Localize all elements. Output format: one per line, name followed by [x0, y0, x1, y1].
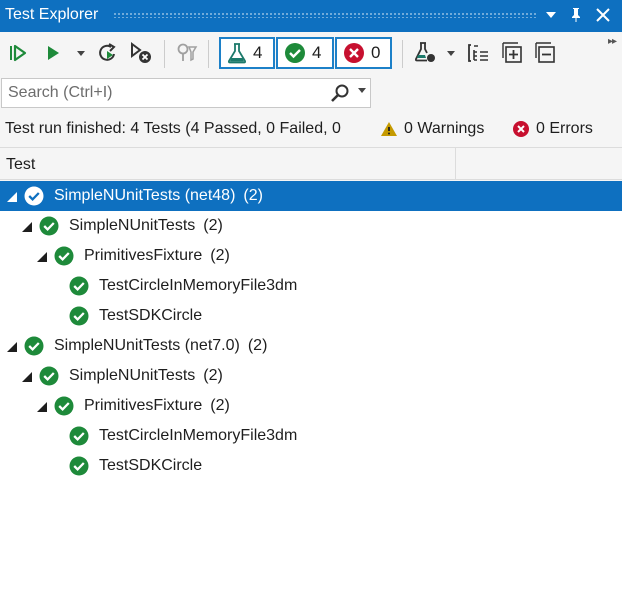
run-dropdown-icon[interactable] — [74, 39, 88, 67]
toolbar-overflow-icon[interactable]: ▸▸ — [608, 36, 617, 47]
warnings-label: 0 Warnings — [404, 120, 485, 137]
tree-item-label: TestSDKCircle — [99, 457, 203, 474]
tree-item-count: (2) — [203, 217, 223, 234]
group-by-icon[interactable] — [466, 39, 492, 67]
tree-row[interactable]: TestSDKCircle — [0, 301, 622, 331]
total-tests-counter[interactable]: 4 — [219, 37, 275, 69]
tree-row[interactable]: TestSDKCircle — [0, 451, 622, 481]
passed-icon — [54, 396, 74, 416]
tree-item-count: (2) — [210, 397, 230, 414]
tree-item-count: (2) — [210, 247, 230, 264]
expanded-arrow-icon[interactable] — [6, 341, 18, 353]
expanded-arrow-icon[interactable] — [6, 191, 18, 203]
search-input[interactable]: Search (Ctrl+I) — [8, 84, 112, 102]
search-box[interactable]: Search (Ctrl+I) — [1, 78, 371, 108]
toolbar-separator — [164, 40, 165, 68]
search-options-dropdown-icon[interactable] — [357, 85, 367, 97]
window-position-dropdown-icon[interactable] — [540, 4, 562, 26]
repeat-last-run-icon[interactable] — [96, 39, 122, 67]
search-icon[interactable] — [330, 83, 350, 108]
test-tree: SimpleNUnitTests (net48) (2) SimpleNUnitTe… — [0, 181, 622, 599]
errors-label: 0 Errors — [536, 120, 593, 137]
column-divider[interactable] — [455, 148, 456, 179]
collapse-all-icon[interactable] — [533, 39, 559, 67]
toolbar: 4 4 0 ▸▸ — [0, 32, 622, 76]
run-icon[interactable] — [42, 39, 64, 67]
tree-row[interactable]: SimpleNUnitTests (2) — [0, 211, 622, 241]
tree-row[interactable]: SimpleNUnitTests (2) — [0, 361, 622, 391]
expanded-arrow-icon[interactable] — [21, 371, 33, 383]
tree-row[interactable]: PrimitivesFixture (2) — [0, 391, 622, 421]
passed-icon — [69, 456, 89, 476]
expand-all-icon[interactable] — [500, 39, 526, 67]
tree-item-label: SimpleNUnitTests (2) — [69, 367, 223, 384]
passed-tests-counter[interactable]: 4 — [276, 37, 334, 69]
error-icon — [513, 121, 529, 137]
column-test[interactable]: Test — [6, 156, 35, 174]
passed-count: 4 — [312, 43, 322, 62]
tree-row[interactable]: TestCircleInMemoryFile3dm — [0, 421, 622, 451]
passed-icon — [69, 276, 89, 296]
failed-icon — [344, 43, 364, 63]
passed-icon — [24, 186, 44, 206]
tree-row[interactable]: TestCircleInMemoryFile3dm — [0, 271, 622, 301]
passed-icon — [285, 43, 305, 63]
passed-icon — [39, 216, 59, 236]
tree-row[interactable]: SimpleNUnitTests (net48) (2) — [0, 181, 622, 211]
run-all-tests-icon[interactable] — [6, 39, 32, 67]
column-header: Test — [0, 147, 622, 180]
toolbar-separator — [208, 40, 209, 68]
passed-icon — [69, 426, 89, 446]
flask-icon — [227, 43, 247, 64]
pin-icon[interactable] — [565, 4, 587, 26]
warnings-summary[interactable]: 0 Warnings — [380, 120, 484, 138]
tree-item-label: TestCircleInMemoryFile3dm — [99, 427, 298, 444]
expanded-arrow-icon[interactable] — [36, 401, 48, 413]
status-bar: Test run finished: 4 Tests (4 Passed, 0 … — [0, 114, 622, 144]
close-icon[interactable] — [592, 4, 614, 26]
tree-item-label: SimpleNUnitTests (net48) (2) — [54, 187, 263, 204]
playlist-icon[interactable] — [412, 39, 438, 67]
tree-item-count: (2) — [203, 367, 223, 384]
window-title: Test Explorer — [5, 6, 99, 23]
warning-icon — [381, 122, 397, 136]
tree-item-label: PrimitivesFixture (2) — [84, 397, 230, 414]
tree-item-label: TestSDKCircle — [99, 307, 203, 324]
expanded-arrow-icon[interactable] — [21, 221, 33, 233]
tree-item-count: (2) — [247, 337, 268, 354]
tree-item-count: (2) — [243, 187, 263, 204]
title-bar: Test Explorer — [0, 0, 622, 32]
tree-row[interactable]: PrimitivesFixture (2) — [0, 241, 622, 271]
passed-icon — [54, 246, 74, 266]
tree-item-label: SimpleNUnitTests (2) — [69, 217, 223, 234]
expanded-arrow-icon[interactable] — [36, 251, 48, 263]
failed-count: 0 — [371, 43, 381, 62]
failed-tests-counter[interactable]: 0 — [335, 37, 392, 69]
passed-icon — [39, 366, 59, 386]
tree-item-label: PrimitivesFixture (2) — [84, 247, 230, 264]
run-summary: Test run finished: 4 Tests (4 Passed, 0 … — [5, 120, 341, 137]
passed-icon — [69, 306, 89, 326]
tree-row[interactable]: SimpleNUnitTests (net7.0) (2) — [0, 331, 622, 361]
drag-grip[interactable] — [113, 12, 538, 18]
passed-icon — [24, 336, 44, 356]
total-count: 4 — [253, 43, 263, 62]
tree-item-label: TestCircleInMemoryFile3dm — [99, 277, 298, 294]
cancel-run-icon[interactable] — [128, 39, 154, 67]
tree-item-label: SimpleNUnitTests (net7.0) (2) — [54, 337, 268, 354]
toolbar-separator — [402, 40, 403, 68]
filter-icon[interactable] — [174, 39, 200, 67]
playlist-dropdown-icon[interactable] — [444, 39, 458, 67]
errors-summary[interactable]: 0 Errors — [512, 120, 593, 138]
